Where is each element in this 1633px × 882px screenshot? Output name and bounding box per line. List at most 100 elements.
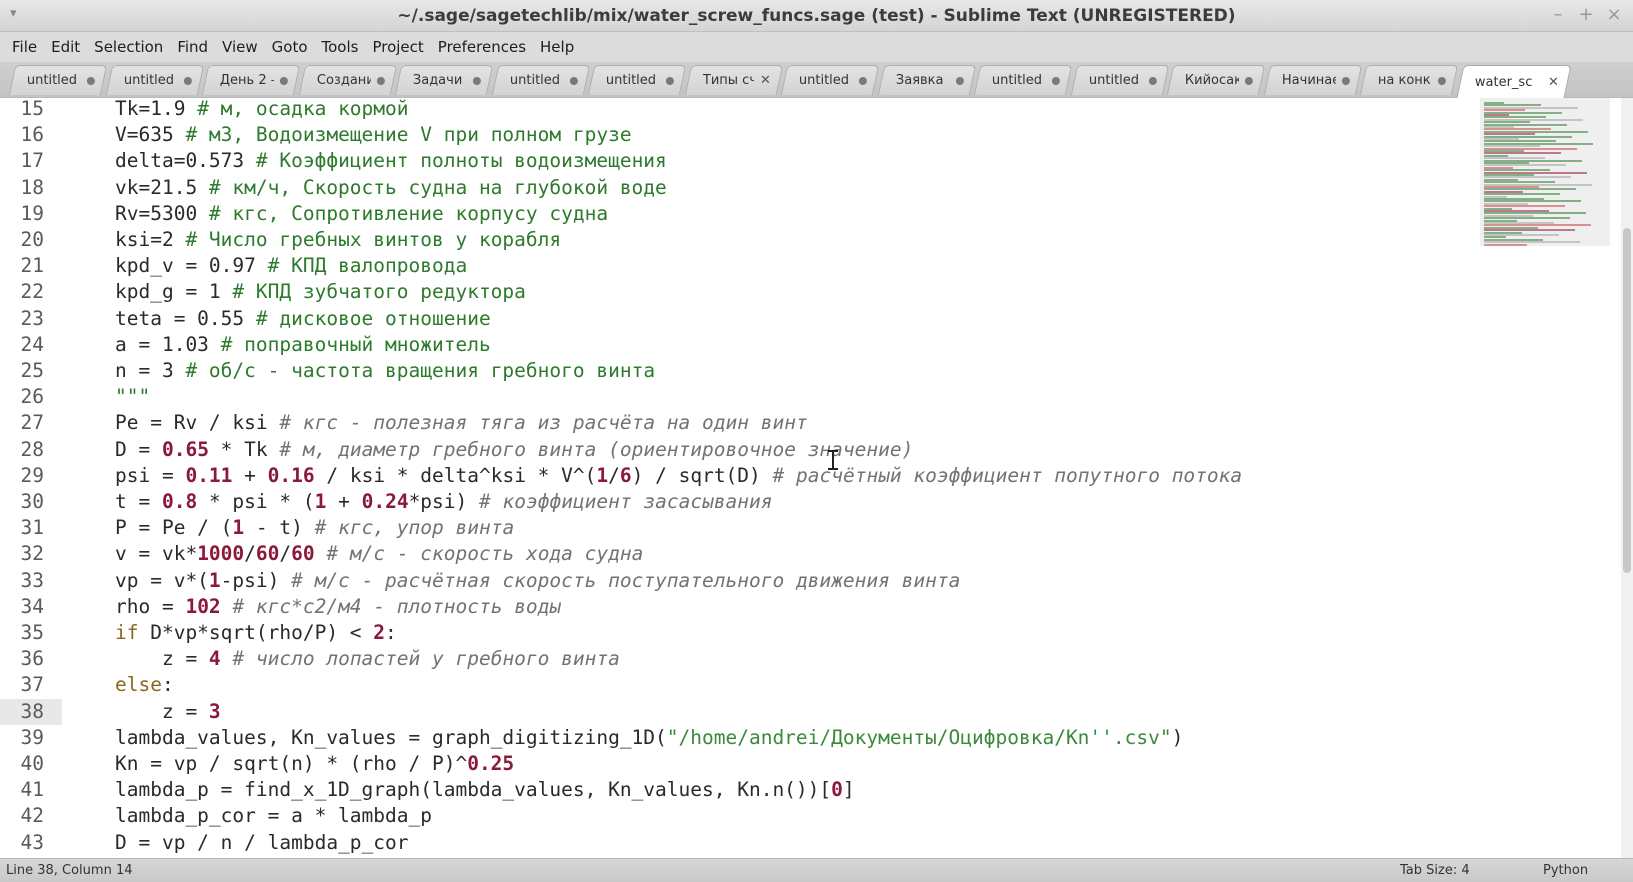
menu-help[interactable]: Help	[534, 38, 580, 56]
tab-15[interactable]: water_sc ✕	[1455, 65, 1572, 98]
tab-4[interactable]: Задачи	[394, 65, 494, 95]
code-text[interactable]: ksi=2 # Число гребных винтов у корабля	[115, 227, 561, 253]
code-line[interactable]: 17 delta=0.573 # Коэффициент полноты водо…	[0, 148, 1470, 174]
tab-close-icon[interactable]: ✕	[1547, 75, 1558, 90]
code-line[interactable]: 19 Rv=5300 # кгс, Сопротивление корпусу с…	[0, 201, 1470, 227]
tab-2[interactable]: День 2 -	[201, 65, 301, 95]
unsaved-dot-icon[interactable]	[858, 76, 867, 85]
code-line[interactable]: 35 if D*vp*sqrt(rho/P) < 2:	[0, 620, 1470, 646]
code-line[interactable]: 15 Tk=1.9 # м, осадка кормой	[0, 98, 1470, 122]
tab-8[interactable]: untitled	[780, 65, 880, 95]
unsaved-dot-icon[interactable]	[1244, 76, 1253, 85]
syntax-indicator[interactable]: Python	[1543, 863, 1588, 878]
code-line[interactable]: 38 z = 3	[0, 698, 1470, 725]
code-text[interactable]: rho = 102 # кгс*с2/м4 - плотность воды	[115, 594, 561, 620]
code-line[interactable]: 31 P = Pe / (1 - t) # кгс, упор винта	[0, 515, 1470, 541]
code-text[interactable]: kpd_v = 0.97 # КПД валопровода	[115, 253, 467, 279]
code-line[interactable]: 39 lambda_values, Kn_values = graph_digit…	[0, 725, 1470, 751]
code-line[interactable]: 16 V=635 # м3, Водоизмещение V при полном…	[0, 122, 1470, 148]
code-text[interactable]: teta = 0.55 # дисковое отношение	[115, 306, 491, 332]
code-text[interactable]: a = 1.03 # поправочный множитель	[115, 332, 491, 358]
code-line[interactable]: 28 D = 0.65 * Tk # м, диаметр гребного ви…	[0, 437, 1470, 463]
code-text[interactable]: delta=0.573 # Коэффициент полноты водоиз…	[115, 148, 667, 174]
code-text[interactable]: vk=21.5 # км/ч, Скорость судна на глубок…	[115, 175, 667, 201]
menu-preferences[interactable]: Preferences	[432, 38, 532, 56]
code-line[interactable]: 34 rho = 102 # кгс*с2/м4 - плотность воды	[0, 594, 1470, 620]
unsaved-dot-icon[interactable]	[376, 76, 385, 85]
menu-selection[interactable]: Selection	[88, 38, 169, 56]
menu-tools[interactable]: Tools	[316, 38, 365, 56]
code-text[interactable]: V=635 # м3, Водоизмещение V при полном г…	[115, 122, 632, 148]
code-line[interactable]: 36 z = 4 # число лопастей у гребного вин…	[0, 646, 1470, 672]
menu-project[interactable]: Project	[366, 38, 429, 56]
scrollbar-thumb[interactable]	[1623, 228, 1631, 573]
code-line[interactable]: 40 Kn = vp / sqrt(n) * (rho / P)^0.25	[0, 751, 1470, 777]
code-line[interactable]: 33 vp = v*(1-psi) # м/с - расчётная скоро…	[0, 568, 1470, 594]
code-line[interactable]: 43 D = vp / n / lambda_p_cor	[0, 830, 1470, 856]
code-line[interactable]: 42 lambda_p_cor = a * lambda_p	[0, 803, 1470, 829]
maximize-button[interactable]: +	[1577, 4, 1595, 25]
tab-0[interactable]: untitled	[8, 65, 108, 95]
code-text[interactable]: Tk=1.9 # м, осадка кормой	[115, 98, 409, 122]
code-text[interactable]: kpd_g = 1 # КПД зубчатого редуктора	[115, 279, 526, 305]
code-line[interactable]: 30 t = 0.8 * psi * (1 + 0.24*psi) # коэфф…	[0, 489, 1470, 515]
unsaved-dot-icon[interactable]	[569, 76, 578, 85]
code-text[interactable]: if D*vp*sqrt(rho/P) < 2:	[115, 620, 397, 646]
tab-1[interactable]: untitled	[105, 65, 204, 95]
unsaved-dot-icon[interactable]	[665, 76, 674, 85]
code-text[interactable]: vp = v*(1-psi) # м/с - расчётная скорост…	[115, 568, 960, 594]
code-text[interactable]: v = vk*1000/60/60 # м/с - скорость хода …	[115, 541, 643, 567]
code-text[interactable]: Rv=5300 # кгс, Сопротивление корпусу суд…	[115, 201, 608, 227]
code-line[interactable]: 24 a = 1.03 # поправочный множитель	[0, 332, 1470, 358]
tab-13[interactable]: Начинае	[1263, 65, 1362, 95]
code-line[interactable]: 29 psi = 0.11 + 0.16 / ksi * delta^ksi * …	[0, 463, 1470, 489]
menu-file[interactable]: File	[6, 38, 43, 56]
code-line[interactable]: 32 v = vk*1000/60/60 # м/с - скорость ход…	[0, 541, 1470, 567]
minimize-button[interactable]: –	[1549, 4, 1567, 25]
code-line[interactable]: 22 kpd_g = 1 # КПД зубчатого редуктора	[0, 279, 1470, 305]
tab-5[interactable]: untitled	[491, 65, 590, 95]
unsaved-dot-icon[interactable]	[472, 76, 481, 85]
code-text[interactable]: n = 3 # об/с - частота вращения гребного…	[115, 358, 655, 384]
code-text[interactable]: psi = 0.11 + 0.16 / ksi * delta^ksi * V^…	[115, 463, 1242, 489]
code-text[interactable]: t = 0.8 * psi * (1 + 0.24*psi) # коэффиц…	[115, 489, 773, 515]
code-text[interactable]: D = vp / n / lambda_p_cor	[115, 830, 409, 856]
code-line[interactable]: 18 vk=21.5 # км/ч, Скорость судна на глуб…	[0, 175, 1470, 201]
tab-6[interactable]: untitled	[587, 65, 687, 95]
code-line[interactable]: 23 teta = 0.55 # дисковое отношение	[0, 306, 1470, 332]
code-line[interactable]: 37 else:	[0, 672, 1470, 698]
unsaved-dot-icon[interactable]	[86, 76, 95, 85]
code-line[interactable]: 26 """	[0, 384, 1470, 410]
tab-11[interactable]: untitled	[1070, 65, 1169, 95]
code-text[interactable]: lambda_p = find_x_1D_graph(lambda_values…	[115, 777, 855, 803]
menu-view[interactable]: View	[216, 38, 264, 56]
tab-10[interactable]: untitled	[973, 65, 1073, 95]
vertical-scrollbar[interactable]	[1621, 98, 1633, 858]
unsaved-dot-icon[interactable]	[1148, 76, 1157, 85]
menu-edit[interactable]: Edit	[45, 38, 86, 56]
tab-3[interactable]: Создани	[298, 65, 397, 95]
unsaved-dot-icon[interactable]	[1051, 76, 1060, 85]
code-text[interactable]: Kn = vp / sqrt(n) * (rho / P)^0.25	[115, 751, 514, 777]
minimap[interactable]	[1480, 98, 1620, 248]
editor-area[interactable]: 15 Tk=1.9 # м, осадка кормой 16 V=635 # м3,…	[0, 98, 1633, 858]
tab-7[interactable]: Типы сч ✕	[684, 65, 783, 95]
tab-12[interactable]: Кийосак	[1166, 65, 1266, 95]
unsaved-dot-icon[interactable]	[1437, 76, 1446, 85]
unsaved-dot-icon[interactable]	[183, 76, 192, 85]
code-text[interactable]: P = Pe / (1 - t) # кгс, упор винта	[115, 515, 514, 541]
code-text[interactable]: z = 3	[115, 699, 221, 725]
menu-goto[interactable]: Goto	[266, 38, 314, 56]
code-text[interactable]: lambda_values, Kn_values = graph_digitiz…	[115, 725, 1183, 751]
unsaved-dot-icon[interactable]	[1341, 76, 1350, 85]
code-line[interactable]: 41 lambda_p = find_x_1D_graph(lambda_valu…	[0, 777, 1470, 803]
unsaved-dot-icon[interactable]	[279, 76, 288, 85]
code-line[interactable]: 20 ksi=2 # Число гребных винтов у корабля	[0, 227, 1470, 253]
tab-close-icon[interactable]: ✕	[759, 73, 770, 88]
close-button[interactable]: ×	[1605, 4, 1623, 25]
code-line[interactable]: 25 n = 3 # об/с - частота вращения гребно…	[0, 358, 1470, 384]
code-text[interactable]: """	[115, 384, 150, 410]
code-line[interactable]: 21 kpd_v = 0.97 # КПД валопровода	[0, 253, 1470, 279]
code-text[interactable]: D = 0.65 * Tk # м, диаметр гребного винт…	[115, 437, 913, 463]
code-text[interactable]: Pe = Rv / ksi # кгс - полезная тяга из р…	[115, 410, 808, 436]
